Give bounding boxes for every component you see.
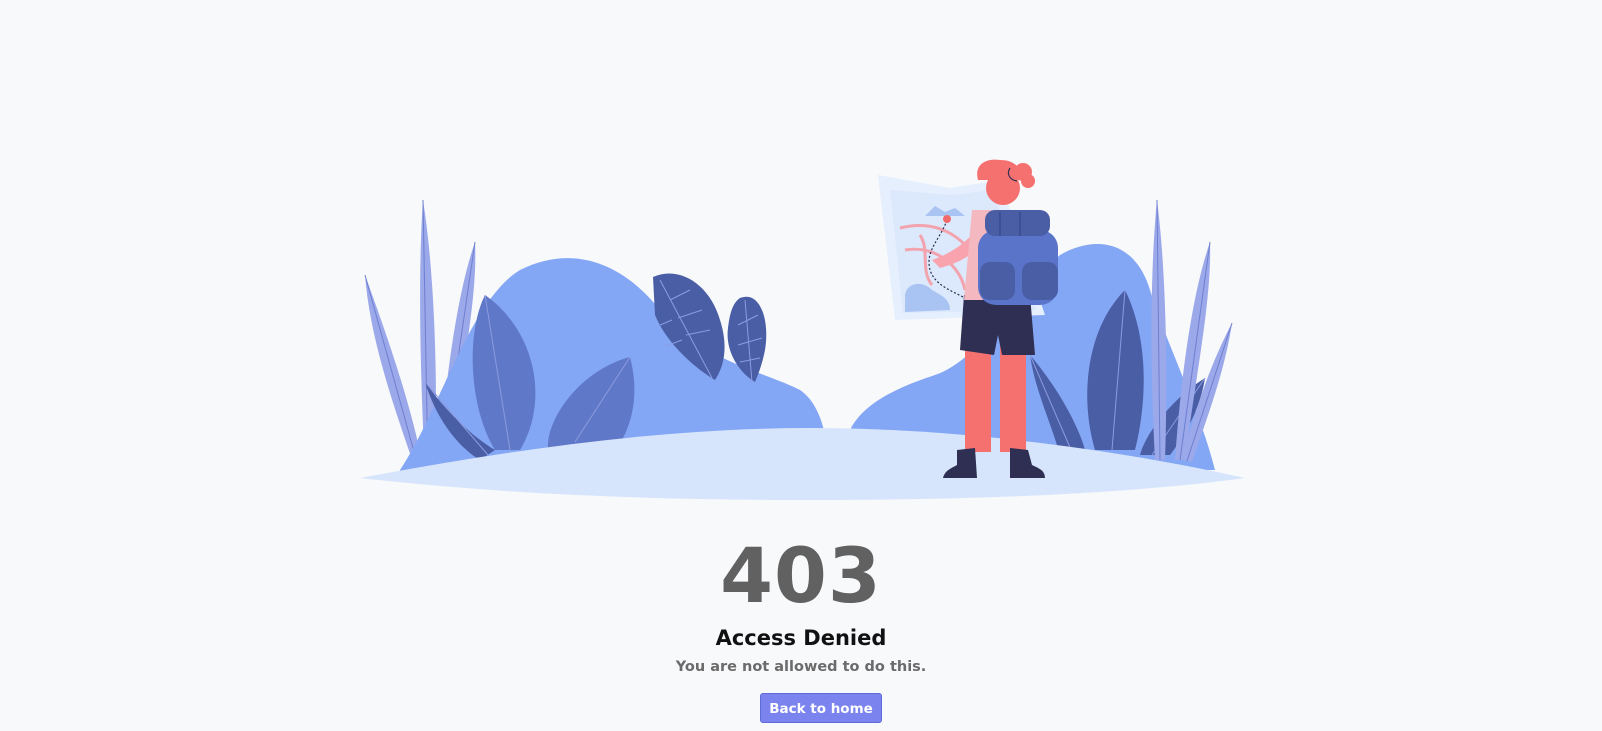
hiker-illustration: [360, 159, 1245, 500]
error-page: 403 Access Denied You are not allowed to…: [0, 0, 1602, 731]
error-title: Access Denied: [715, 626, 887, 650]
error-code: 403: [720, 531, 882, 620]
back-to-home-button[interactable]: Back to home: [760, 693, 882, 723]
error-message: You are not allowed to do this.: [675, 659, 927, 675]
backpack-icon: [978, 210, 1058, 305]
